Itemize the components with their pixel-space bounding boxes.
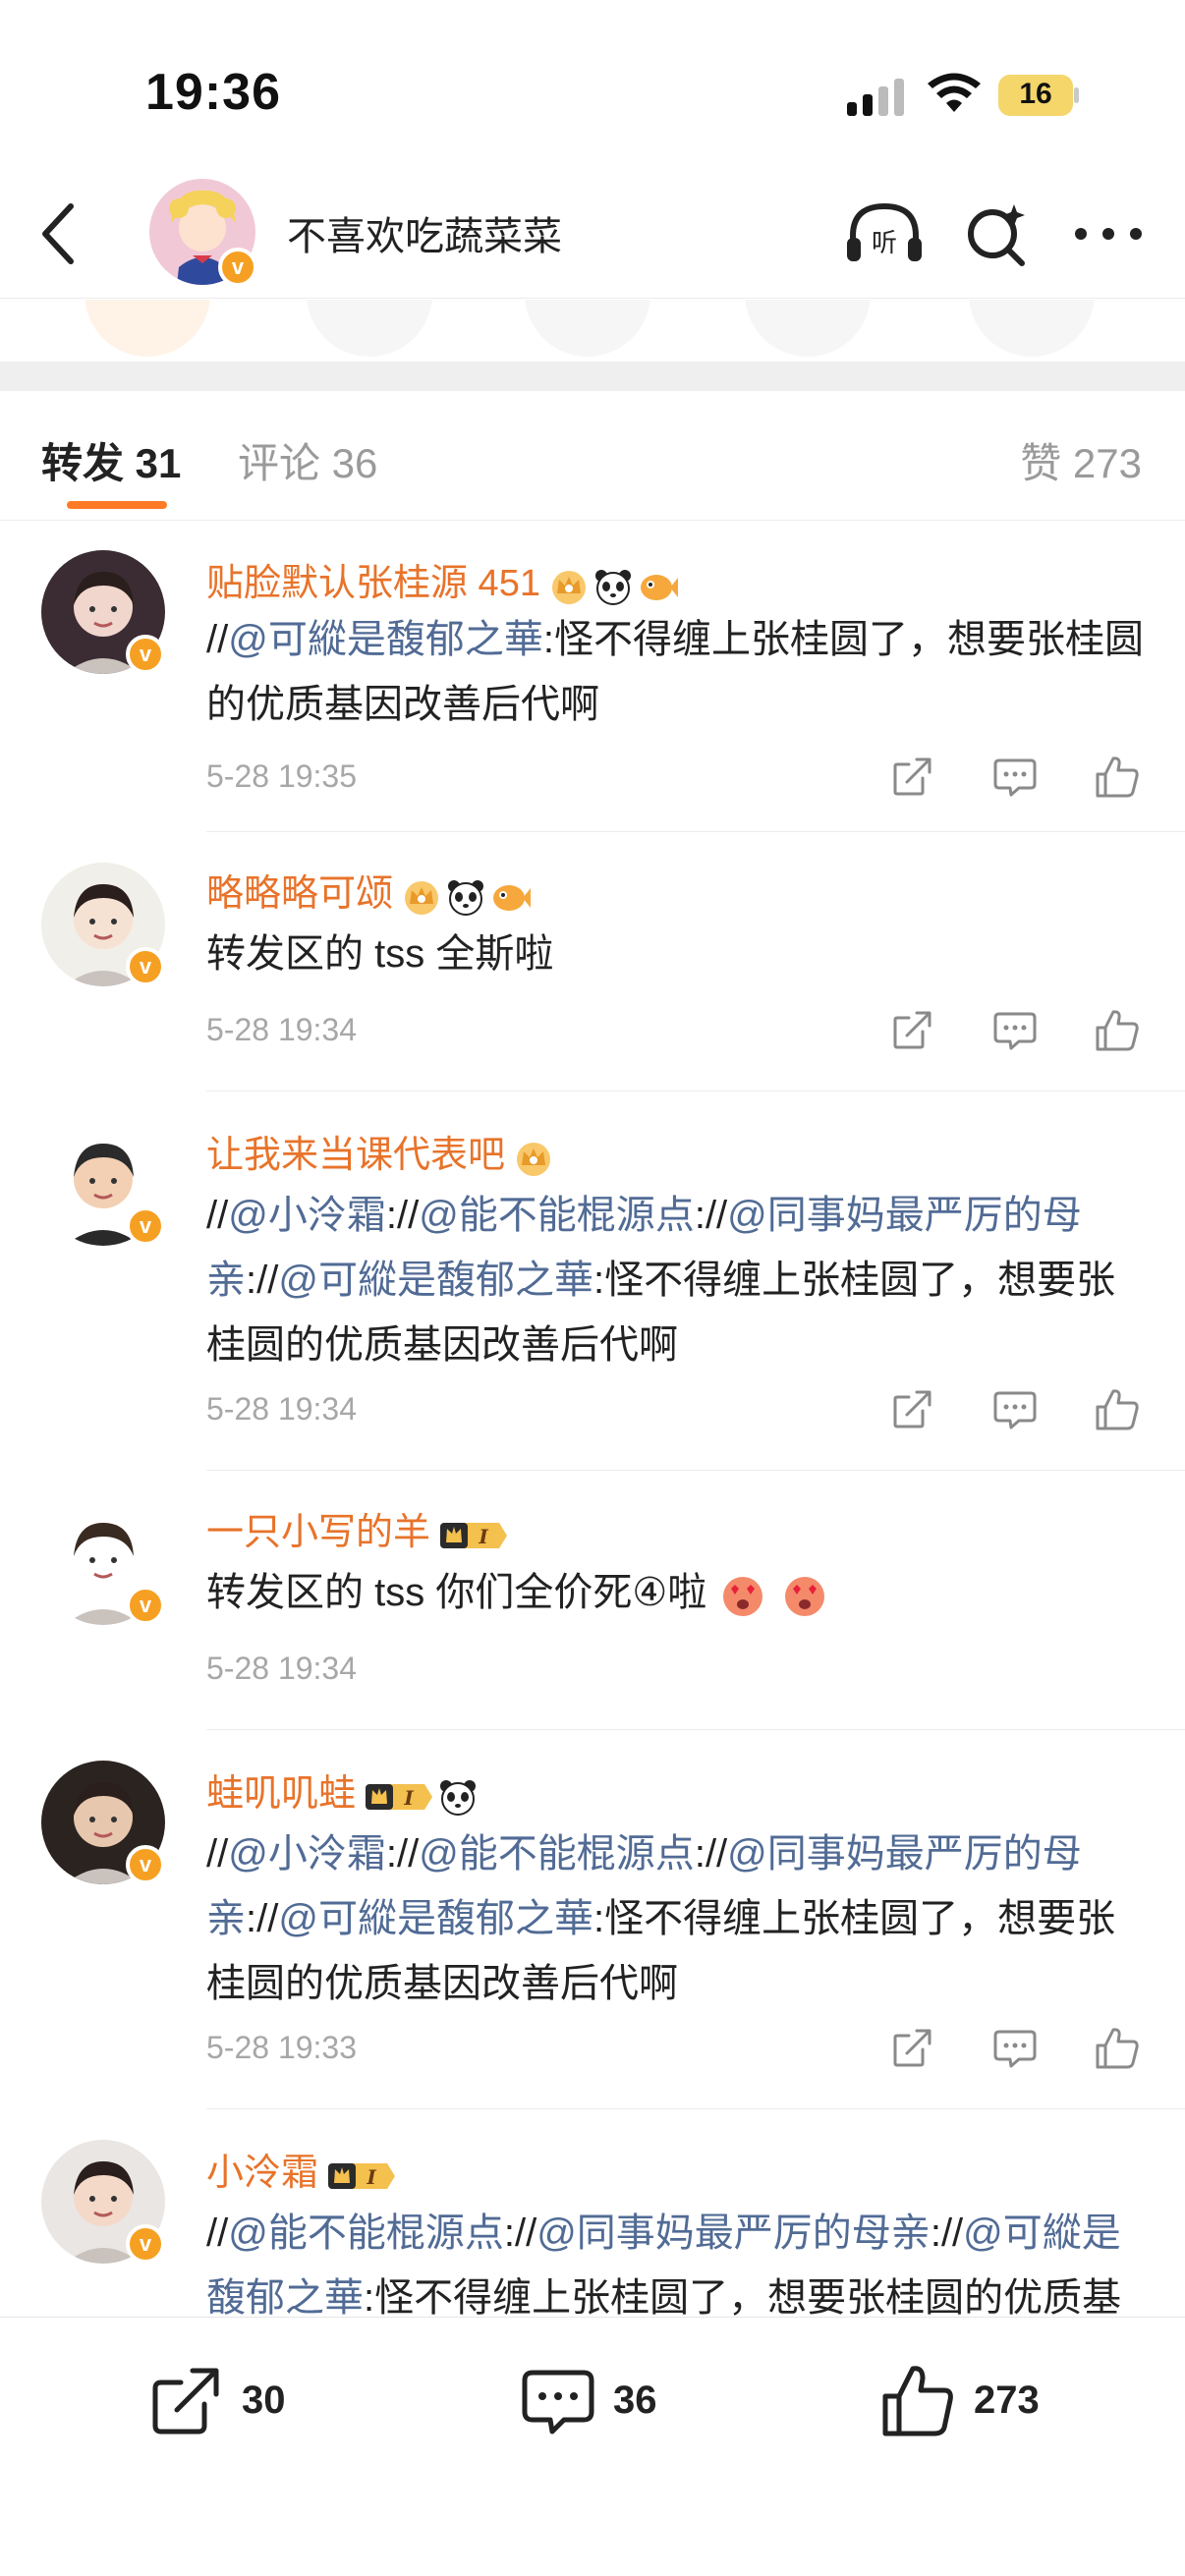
- user-badges: I: [326, 2154, 401, 2196]
- text-fragment: //: [514, 2212, 537, 2255]
- svg-text:I: I: [366, 2165, 376, 2189]
- chevron-left-icon[interactable]: [29, 195, 88, 273]
- search-sparkle-icon[interactable]: [963, 195, 1032, 273]
- share-icon: [152, 2368, 219, 2435]
- text-fragment: :: [930, 2212, 941, 2255]
- tab-likes[interactable]: 赞 273: [1020, 430, 1142, 490]
- svg-text:听: 听: [872, 229, 897, 258]
- battery-percent: 16: [1019, 78, 1052, 110]
- like-count: 273: [974, 2379, 1040, 2422]
- repost-count: 30: [242, 2379, 286, 2422]
- thumbs-up-icon: [882, 2366, 953, 2436]
- status-time: 19:36: [145, 64, 281, 121]
- battery-indicator: 16: [998, 75, 1079, 116]
- tab-repost[interactable]: 转发 31: [41, 430, 181, 490]
- header-verified-badge: v: [218, 248, 257, 287]
- nav-bar: v 不喜欢吃蔬菜菜 听: [0, 165, 1185, 299]
- cellular-signal-icon: [847, 79, 904, 116]
- repost-text: //@能不能棍源点://@同事妈最严厉的母亲://@可縱是馥郁之華:怪不得缠上张…: [206, 2201, 1150, 2319]
- mention-link[interactable]: @能不能棍源点: [228, 2212, 504, 2255]
- comment-icon: [522, 2370, 594, 2435]
- bottom-toolbar: 30 36 273: [0, 2317, 1185, 2576]
- section-separator: [0, 362, 1185, 391]
- wifi-icon: [928, 73, 981, 112]
- more-dots-icon[interactable]: [1071, 214, 1146, 253]
- repost-list: v 贴脸默认张桂源 451//@可縱是馥郁之華:怪不得缠上张桂圆了，想要张桂圆的优…: [0, 521, 1185, 2319]
- active-tab-indicator: [67, 501, 167, 509]
- tab-bar: 转发 31 评论 36 赞 273: [0, 391, 1185, 521]
- list-item[interactable]: v 小泠霜 I //@能不能棍源点://@同事妈最严厉的母亲://@可縱是馥郁之華:怪…: [0, 521, 1185, 2319]
- mention-link[interactable]: @同事妈最严厉的母亲: [536, 2212, 931, 2255]
- username-label: 小泠霜: [206, 2153, 319, 2194]
- text-fragment: //: [940, 2212, 964, 2255]
- vip-level-badge-icon: I: [328, 2163, 396, 2190]
- recommendation-strip: [0, 300, 1185, 359]
- text-fragment: :: [503, 2212, 515, 2255]
- headphones-icon[interactable]: 听: [843, 195, 926, 273]
- header-username[interactable]: 不喜欢吃蔬菜菜: [287, 204, 562, 261]
- comment-count: 36: [613, 2379, 657, 2422]
- username[interactable]: 小泠霜 I: [206, 2142, 401, 2196]
- tab-comment[interactable]: 评论 36: [238, 430, 377, 490]
- text-fragment: //: [206, 2212, 229, 2255]
- status-bar: 19:36 16: [0, 0, 1185, 187]
- verified-badge: v: [126, 2224, 165, 2264]
